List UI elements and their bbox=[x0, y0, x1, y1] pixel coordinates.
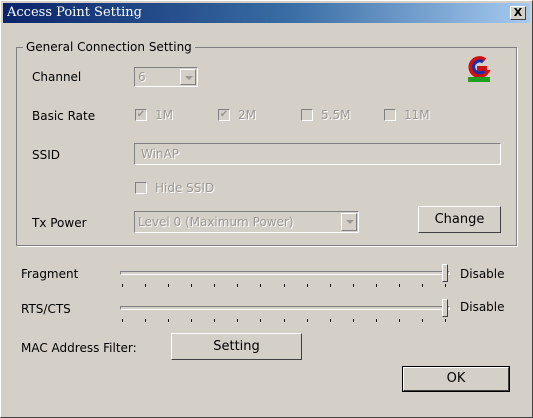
ssid-value: WinAP bbox=[141, 147, 179, 161]
slider-tick bbox=[329, 284, 331, 287]
slider-tick bbox=[145, 284, 147, 287]
hide-ssid-checkbox[interactable] bbox=[135, 182, 147, 194]
fragment-slider-thumb[interactable] bbox=[442, 264, 448, 282]
channel-value: 6 bbox=[138, 70, 146, 84]
slider-tick bbox=[283, 319, 285, 322]
slider-tick bbox=[375, 319, 377, 322]
title-bar[interactable]: Access Point Setting X bbox=[3, 3, 530, 23]
slider-tick bbox=[214, 319, 216, 322]
rate-2m-checkbox[interactable]: ✔ bbox=[218, 109, 230, 121]
rts-cts-slider-thumb[interactable] bbox=[442, 299, 448, 317]
change-button[interactable]: Change bbox=[418, 206, 501, 233]
slider-tick bbox=[352, 319, 354, 322]
slider-tick bbox=[191, 319, 193, 322]
slider-tick bbox=[283, 284, 285, 287]
rate-11m-label: 11M bbox=[404, 108, 430, 122]
close-button[interactable]: X bbox=[510, 6, 526, 20]
rate-2m-label: 2M bbox=[238, 108, 256, 122]
chevron-down-icon[interactable] bbox=[180, 69, 196, 85]
tx-power-select[interactable]: Level 0 (Maximum Power) bbox=[134, 211, 359, 233]
fragment-slider-track[interactable] bbox=[120, 271, 450, 275]
ok-button[interactable]: OK bbox=[402, 366, 510, 392]
close-icon: X bbox=[513, 6, 523, 19]
mac-filter-setting-button[interactable]: Setting bbox=[171, 333, 302, 360]
slider-tick bbox=[237, 284, 239, 287]
slider-tick bbox=[122, 319, 123, 322]
rts-cts-label: RTS/CTS bbox=[21, 302, 71, 316]
slider-tick bbox=[168, 284, 170, 287]
slider-tick bbox=[214, 284, 216, 287]
chevron-down-icon[interactable] bbox=[341, 213, 357, 231]
access-point-setting-window: Access Point Setting X General Connectio… bbox=[0, 0, 533, 418]
slider-tick bbox=[237, 319, 239, 322]
rate-5-5m-checkbox[interactable] bbox=[301, 109, 313, 121]
ssid-label: SSID bbox=[32, 148, 61, 162]
slider-tick bbox=[260, 284, 262, 287]
slider-tick bbox=[421, 319, 423, 322]
slider-tick bbox=[145, 319, 147, 322]
group-label: General Connection Setting bbox=[23, 40, 195, 54]
slider-tick bbox=[191, 284, 193, 287]
slider-tick bbox=[306, 284, 308, 287]
slider-tick bbox=[421, 284, 423, 287]
hide-ssid-label: Hide SSID bbox=[155, 181, 215, 195]
channel-select[interactable]: 6 bbox=[134, 67, 198, 87]
slider-tick bbox=[398, 319, 400, 322]
tx-power-label: Tx Power bbox=[32, 216, 87, 230]
slider-tick bbox=[398, 284, 400, 287]
fragment-label: Fragment bbox=[21, 267, 79, 281]
rate-1m-checkbox[interactable]: ✔ bbox=[135, 109, 147, 121]
rate-11m-checkbox[interactable] bbox=[384, 109, 396, 121]
slider-tick bbox=[352, 284, 354, 287]
slider-tick bbox=[375, 284, 377, 287]
rts-cts-slider-track[interactable] bbox=[120, 306, 450, 310]
rts-cts-value-label: Disable bbox=[460, 300, 505, 314]
basic-rate-label: Basic Rate bbox=[32, 109, 96, 123]
window-title: Access Point Setting bbox=[7, 5, 142, 20]
mac-filter-label: MAC Address Filter: bbox=[21, 341, 137, 355]
fragment-value-label: Disable bbox=[460, 267, 505, 281]
slider-tick bbox=[168, 319, 170, 322]
tx-power-value: Level 0 (Maximum Power) bbox=[138, 215, 294, 229]
slider-tick bbox=[122, 284, 123, 287]
slider-tick bbox=[306, 319, 308, 322]
slider-tick bbox=[329, 319, 331, 322]
slider-tick bbox=[445, 319, 446, 322]
gigabyte-logo-icon bbox=[468, 56, 491, 82]
rate-1m-label: 1M bbox=[155, 108, 173, 122]
channel-label: Channel bbox=[32, 70, 82, 84]
rate-5-5m-label: 5.5M bbox=[321, 108, 351, 122]
slider-tick bbox=[260, 319, 262, 322]
ssid-input[interactable]: WinAP bbox=[134, 143, 501, 165]
slider-tick bbox=[445, 284, 446, 287]
